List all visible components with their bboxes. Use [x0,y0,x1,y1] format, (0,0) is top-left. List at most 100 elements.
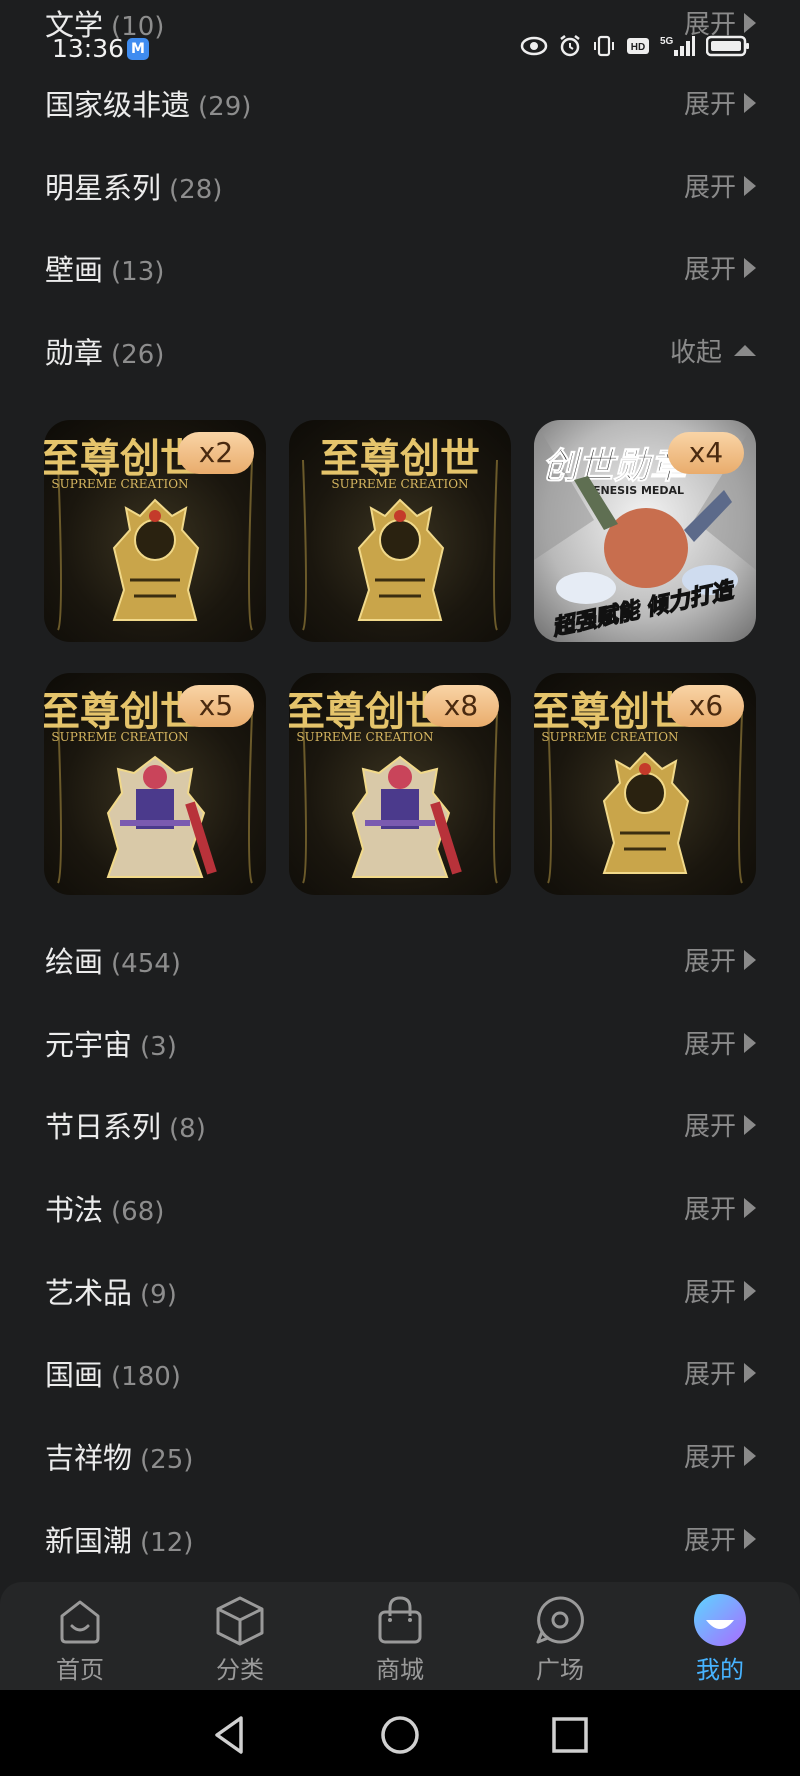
category-name: 元宇宙 (3) [45,1028,177,1062]
expand-toggle[interactable]: 展开 [684,1272,756,1309]
bottom-tab-bar: 首页 分类 商城 广场 我的 [0,1582,800,1690]
expand-toggle[interactable]: 展开 [684,1354,756,1391]
category-name: 国画 (180) [45,1358,181,1392]
tab-plaza[interactable]: 广场 [480,1582,640,1690]
tab-label: 商城 [376,1656,424,1684]
category-count: (180) [111,1362,181,1392]
expand-toggle[interactable]: 展开 [684,249,756,286]
tab-label: 分类 [216,1656,264,1684]
caret-right-icon [744,175,756,196]
caret-right-icon [744,1362,756,1383]
tab-home[interactable]: 首页 [0,1582,160,1690]
expand-toggle[interactable]: 展开 [684,1024,756,1061]
medal-card[interactable]: 创世勋章 GENESIS MEDAL 超强赋能 倾力打造 x4 [534,420,756,642]
tab-store[interactable]: 商城 [320,1582,480,1690]
category-row-yishupin[interactable]: 艺术品 (9) 展开 [0,1260,800,1320]
category-count: (8) [169,1114,206,1144]
expand-toggle[interactable]: 展开 [684,84,756,121]
caret-right-icon [744,12,756,33]
category-count: (454) [111,949,181,979]
quantity-badge: x5 [178,685,254,727]
caret-right-icon [744,92,756,113]
caret-up-icon [734,345,756,356]
category-row-wenxue[interactable]: 文学 (10) 展开 [0,0,800,52]
tab-mine[interactable]: 我的 [640,1582,800,1690]
caret-right-icon [744,1445,756,1466]
caret-right-icon [744,1114,756,1135]
category-name: 绘画 (454) [45,945,181,979]
category-name: 明星系列 (28) [45,171,223,205]
category-name: 艺术品 (9) [45,1276,177,1310]
category-count: (68) [111,1197,165,1227]
cube-icon [216,1596,264,1646]
category-count: (13) [111,257,165,287]
medal-subtitle: SUPREME CREATION [541,730,678,744]
system-nav-bar [0,1690,800,1776]
category-row-xinguochao[interactable]: 新国潮 (12) 展开 [0,1508,800,1568]
expand-toggle[interactable]: 展开 [684,167,756,204]
shopping-bag-icon [378,1596,422,1644]
medal-card[interactable]: 至尊创世 SUPREME CREATION x2 [44,420,266,642]
category-count: (25) [140,1445,194,1475]
category-count: (28) [169,175,223,205]
category-count: (9) [140,1280,177,1310]
chat-bubble-icon [536,1596,584,1644]
medal-card[interactable]: 至尊创世 SUPREME CREATION x8 [289,673,511,895]
medal-card[interactable]: 至尊创世 SUPREME CREATION [289,420,511,642]
quantity-badge: x4 [668,432,744,474]
medal-title: 至尊创世 [289,688,445,735]
caret-right-icon [744,1528,756,1549]
category-row-jixiangwu[interactable]: 吉祥物 (25) 展开 [0,1425,800,1485]
medal-title: 至尊创世 [534,688,690,735]
category-row-shufa[interactable]: 书法 (68) 展开 [0,1177,800,1237]
medal-subtitle: SUPREME CREATION [296,730,433,744]
medal-title: 至尊创世 [44,688,200,735]
quantity-badge: x8 [423,685,499,727]
caret-right-icon [744,257,756,278]
category-name: 国家级非遗 (29) [45,88,252,122]
collapse-toggle[interactable]: 收起 [670,332,756,369]
category-count: (3) [140,1032,177,1062]
category-row-jieri[interactable]: 节日系列 (8) 展开 [0,1094,800,1154]
medal-card[interactable]: 至尊创世 SUPREME CREATION x5 [44,673,266,895]
tab-category[interactable]: 分类 [160,1582,320,1690]
tab-label: 首页 [56,1656,104,1684]
home-icon [60,1600,100,1644]
category-row-huihua[interactable]: 绘画 (454) 展开 [0,929,800,989]
category-name: 书法 (68) [45,1193,165,1227]
category-name: 新国潮 (12) [45,1524,194,1558]
category-row-mingxing[interactable]: 明星系列 (28) 展开 [0,155,800,215]
category-row-yuanyuzhou[interactable]: 元宇宙 (3) 展开 [0,1012,800,1072]
medal-subtitle: SUPREME CREATION [331,477,468,491]
category-name: 壁画 (13) [45,253,165,287]
expand-toggle[interactable]: 展开 [684,1189,756,1226]
medal-title: 至尊创世 [44,435,200,482]
back-icon[interactable] [205,1710,255,1760]
expand-toggle[interactable]: 展开 [684,1106,756,1143]
caret-right-icon [744,949,756,970]
expand-toggle[interactable]: 展开 [684,941,756,978]
home-circle-icon[interactable] [375,1710,425,1760]
category-count: (12) [140,1528,194,1558]
category-name: 吉祥物 (25) [45,1441,194,1475]
caret-right-icon [744,1032,756,1053]
category-row-bihua[interactable]: 壁画 (13) 展开 [0,237,800,297]
caret-right-icon [744,1197,756,1218]
category-name: 节日系列 (8) [45,1110,206,1144]
supreme-creation-medal-art: 至尊创世 SUPREME CREATION [302,435,498,631]
category-row-guohua[interactable]: 国画 (180) 展开 [0,1342,800,1402]
category-row-feiyi[interactable]: 国家级非遗 (29) 展开 [0,72,800,132]
category-name: 文学 (10) [45,8,165,42]
tab-label: 广场 [536,1656,584,1684]
category-count: (26) [111,340,165,370]
category-row-xunzhang[interactable]: 勋章 (26) 收起 [0,320,800,380]
expand-toggle[interactable]: 展开 [684,4,756,41]
expand-toggle[interactable]: 展开 [684,1520,756,1557]
expand-toggle[interactable]: 展开 [684,1437,756,1474]
medal-card[interactable]: 至尊创世 SUPREME CREATION x6 [534,673,756,895]
tab-label: 我的 [696,1656,744,1684]
category-count: (29) [198,92,252,122]
medal-subtitle: SUPREME CREATION [51,730,188,744]
recents-square-icon[interactable] [545,1710,595,1760]
category-name: 勋章 (26) [45,336,165,370]
